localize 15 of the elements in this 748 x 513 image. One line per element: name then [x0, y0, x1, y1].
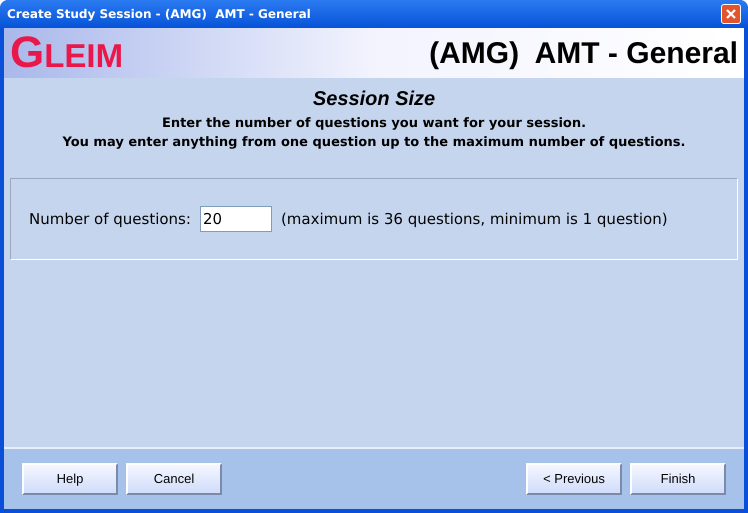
window-title: Create Study Session - (AMG) AMT - General [7, 6, 311, 23]
dialog-button[interactable]: Help [22, 463, 118, 495]
dialog-button[interactable]: < Previous [526, 463, 622, 495]
hint-text: (maximum is 36 questions, minimum is 1 question) [280, 208, 668, 230]
question-count-field[interactable]: 20 [200, 206, 272, 232]
course-title: (AMG) AMT - General [429, 36, 738, 72]
section-title: Session Size [312, 87, 436, 112]
dialog-button[interactable]: Finish [630, 463, 726, 495]
dialog-button[interactable]: Cancel [126, 463, 222, 495]
instruction-text: You may enter anything from one question up to the maximum number of questions. [62, 134, 686, 152]
instruction-text: Enter the number of questions you want for your session. [162, 115, 586, 133]
close-button[interactable] [721, 4, 741, 24]
field-label: Number of questions: [29, 208, 191, 230]
close-icon [725, 8, 737, 20]
logo: GLEIM [9, 31, 124, 75]
